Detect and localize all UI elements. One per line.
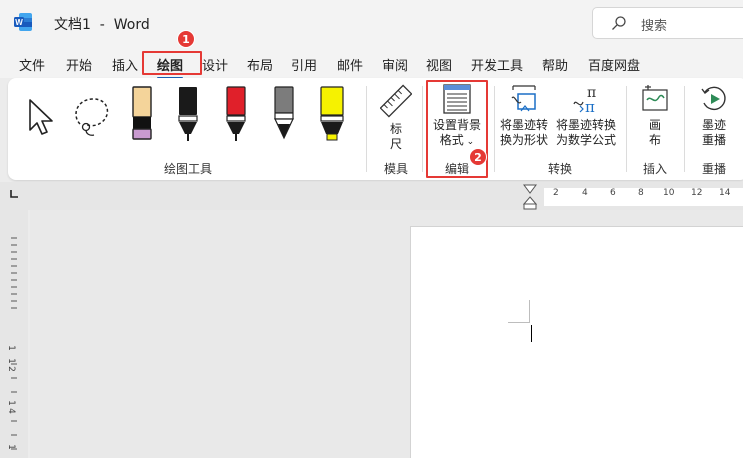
document-title: 文档1 - Word	[54, 17, 150, 33]
title-bar: W 文档1 - Word 搜索	[0, 0, 743, 46]
ink-to-shape-icon	[511, 85, 536, 112]
tab-design[interactable]: 设计	[202, 55, 228, 74]
ink-to-shape-label-2: 换为形状	[499, 133, 548, 147]
group-label-convert: 转换	[547, 162, 572, 176]
document-page[interactable]	[410, 226, 743, 458]
ink-replay-button[interactable]: 墨迹 重播	[692, 84, 736, 148]
tab-insert[interactable]: 插入	[112, 55, 138, 74]
separator	[494, 86, 495, 172]
tab-layout[interactable]: 布局	[247, 55, 273, 74]
margin-corner-mark	[529, 300, 530, 322]
ruler-number: 6	[610, 188, 616, 198]
pencil-pink-icon[interactable]	[132, 86, 152, 140]
svg-text:π: π	[585, 98, 595, 114]
ruler-number: 2	[5, 366, 16, 372]
group-label-replay: 重播	[701, 162, 726, 176]
pen-red-icon[interactable]	[226, 86, 246, 142]
tab-baidu-netdisk[interactable]: 百度网盘	[588, 55, 640, 74]
tab-references[interactable]: 引用	[291, 55, 317, 74]
canvas-button[interactable]: 画 布	[633, 84, 677, 148]
pencil-gray-icon[interactable]	[274, 86, 294, 142]
search-icon	[612, 16, 626, 30]
ruler-number: 1	[5, 345, 16, 351]
search-box[interactable]: 搜索	[592, 7, 743, 39]
ruler-number: 1	[5, 400, 16, 406]
tab-file[interactable]: 文件	[19, 55, 45, 74]
ink-replay-icon	[701, 86, 726, 110]
tab-review[interactable]: 审阅	[382, 55, 408, 74]
ruler-number: 12	[691, 188, 703, 198]
menu-bar: 文件 开始 插入 绘图 设计 布局 引用 邮件 审阅 视图 开发工具 帮助 百度…	[0, 46, 743, 79]
ruler-number: 10	[663, 188, 675, 198]
highlighter-yellow-icon[interactable]	[318, 86, 346, 142]
ruler-number: 1	[5, 444, 16, 450]
tab-help[interactable]: 帮助	[542, 55, 568, 74]
tab-home[interactable]: 开始	[66, 55, 92, 74]
separator	[626, 86, 627, 172]
tab-developer[interactable]: 开发工具	[471, 55, 523, 74]
ink-replay-label-1: 墨迹	[701, 118, 726, 132]
pen-black-icon[interactable]	[178, 86, 198, 142]
step-badge-1: 1	[177, 30, 195, 48]
word-logo-icon: W	[14, 13, 32, 31]
margin-corner-mark	[508, 322, 530, 323]
ruler-number: 2	[553, 188, 559, 198]
ruler-number: 1	[5, 358, 16, 364]
ink-to-math-label-2: 为数学公式	[555, 133, 616, 147]
ribbon: 绘图工具 标 尺 模具 设置背景 格式 ⌄ 编辑 将墨迹转 换为形状 π π 将…	[8, 78, 743, 180]
ruler-number: 4	[5, 408, 16, 414]
highlight-box-draw-tab	[142, 51, 202, 75]
step-badge-2: 2	[469, 148, 487, 166]
ruler-number: 14	[719, 188, 731, 198]
ink-to-math-icon: π π	[573, 85, 596, 116]
group-label-insert: 插入	[642, 162, 667, 176]
tab-view[interactable]: 视图	[426, 55, 452, 74]
ruler-icon	[379, 84, 413, 118]
ruler-number: 8	[638, 188, 644, 198]
separator	[422, 86, 423, 172]
ink-to-math-button[interactable]: π π 将墨迹转换 为数学公式	[554, 84, 618, 148]
search-placeholder: 搜索	[641, 19, 668, 34]
canvas-label-1: 画	[648, 118, 661, 132]
select-arrow-icon[interactable]	[26, 96, 58, 138]
separator	[684, 86, 685, 172]
tab-mailings[interactable]: 邮件	[337, 55, 363, 74]
ink-to-shape-label-1: 将墨迹转	[499, 118, 548, 132]
ink-to-shape-button[interactable]: 将墨迹转 换为形状	[498, 84, 550, 148]
group-label-stencils: 模具	[383, 162, 408, 176]
tab-stop-selector-icon[interactable]	[10, 190, 18, 198]
ruler-number: 4	[582, 188, 588, 198]
canvas-label-2: 布	[648, 133, 661, 147]
indent-marker-icon[interactable]	[523, 184, 537, 210]
ruler-button[interactable]: 标 尺	[375, 84, 417, 152]
lasso-select-icon[interactable]	[70, 94, 116, 140]
drawing-canvas-icon	[642, 85, 668, 111]
ink-replay-label-2: 重播	[701, 133, 726, 147]
separator	[366, 86, 367, 172]
ink-to-math-label-1: 将墨迹转换	[555, 118, 616, 132]
svg-text:W: W	[15, 18, 23, 27]
ruler-button-label: 标 尺	[389, 122, 402, 151]
group-label-drawing-tools: 绘图工具	[163, 162, 212, 176]
text-cursor	[531, 325, 532, 342]
